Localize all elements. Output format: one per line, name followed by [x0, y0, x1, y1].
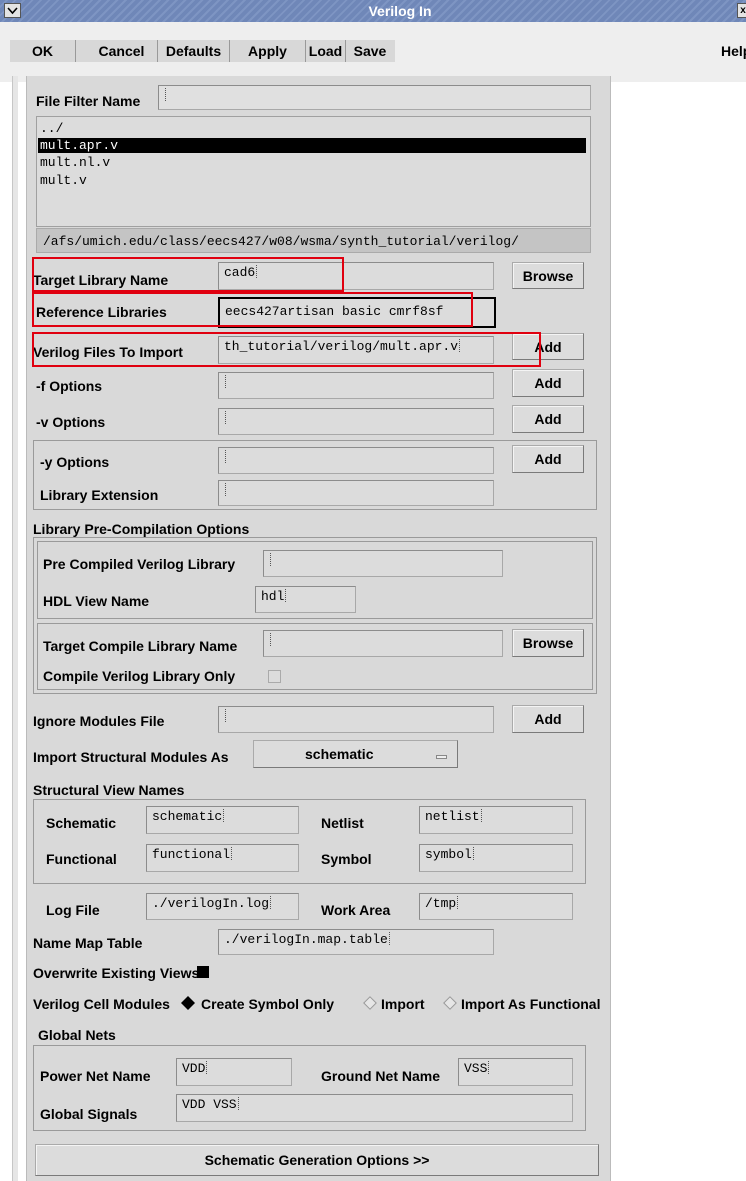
help-button[interactable]: Help	[721, 44, 746, 58]
work-area-label: Work Area	[321, 902, 391, 918]
netlist-view-label: Netlist	[321, 815, 364, 831]
y-options-label: -y Options	[40, 454, 110, 470]
f-options-label: -f Options	[36, 378, 103, 394]
window-title: Verilog In	[368, 3, 432, 19]
precompiled-library-label: Pre Compiled Verilog Library	[43, 556, 236, 572]
highlight-box-reference	[32, 292, 473, 327]
functional-view-label: Functional	[46, 851, 117, 867]
cancel-button[interactable]: Cancel	[86, 40, 158, 62]
highlight-box-target	[32, 257, 344, 292]
target-compile-label: Target Compile Library Name	[43, 638, 238, 654]
v-options-label: -v Options	[36, 414, 106, 430]
global-nets-title: Global Nets	[38, 1027, 116, 1043]
target-library-browse-button[interactable]: Browse	[512, 262, 584, 289]
functional-view-input[interactable]: functional	[146, 844, 299, 872]
ignore-modules-label: Ignore Modules File	[33, 713, 165, 729]
file-filter-input[interactable]	[158, 85, 591, 110]
power-net-input[interactable]: VDD	[176, 1058, 292, 1086]
file-filter-label: File Filter Name	[36, 93, 141, 109]
work-area-input[interactable]: /tmp	[419, 893, 573, 920]
hdl-view-label: HDL View Name	[43, 593, 150, 609]
ignore-modules-input[interactable]	[218, 706, 494, 733]
compile-only-label: Compile Verilog Library Only	[43, 668, 236, 684]
structural-views-title: Structural View Names	[33, 782, 185, 798]
path-display: /afs/umich.edu/class/eecs427/w08/wsma/sy…	[36, 228, 591, 253]
library-extension-input[interactable]	[218, 480, 494, 506]
symbol-view-label: Symbol	[321, 851, 372, 867]
global-signals-input[interactable]: VDD VSS	[176, 1094, 573, 1122]
radio-import-label[interactable]: Import	[381, 997, 425, 1011]
ground-net-input[interactable]: VSS	[458, 1058, 573, 1086]
precompiled-library-input[interactable]	[263, 550, 503, 577]
list-item[interactable]: mult.nl.v	[40, 155, 110, 170]
import-structural-select[interactable]: schematic	[253, 740, 458, 768]
ignore-modules-add-button[interactable]: Add	[512, 705, 584, 733]
f-options-add-button[interactable]: Add	[512, 369, 584, 397]
list-item-selected[interactable]: mult.apr.v	[38, 138, 586, 153]
list-item-parent[interactable]: ../	[40, 121, 63, 136]
defaults-button[interactable]: Defaults	[158, 40, 230, 62]
f-options-input[interactable]	[218, 372, 494, 399]
cell-modules-label: Verilog Cell Modules	[33, 996, 170, 1012]
radio-create-symbol-label[interactable]: Create Symbol Only	[201, 997, 334, 1011]
log-file-label: Log File	[46, 902, 100, 918]
overwrite-label: Overwrite Existing Views	[33, 965, 200, 981]
window-menu-icon[interactable]	[4, 3, 21, 18]
file-list[interactable]	[36, 116, 591, 227]
apply-button[interactable]: Apply	[230, 40, 306, 62]
power-net-label: Power Net Name	[40, 1068, 151, 1084]
library-extension-label: Library Extension	[40, 487, 159, 503]
radio-import-functional-icon[interactable]	[443, 996, 457, 1010]
v-options-input[interactable]	[218, 408, 494, 435]
v-options-add-button[interactable]: Add	[512, 405, 584, 433]
target-compile-input[interactable]	[263, 630, 503, 657]
precompilation-title: Library Pre-Compilation Options	[33, 521, 250, 537]
radio-import-icon[interactable]	[363, 996, 377, 1010]
schematic-view-label: Schematic	[46, 815, 117, 831]
log-file-input[interactable]: ./verilogIn.log	[146, 893, 299, 920]
schematic-view-input[interactable]: schematic	[146, 806, 299, 834]
radio-import-functional-label[interactable]: Import As Functional	[461, 997, 600, 1011]
import-structural-label: Import Structural Modules As	[33, 749, 229, 765]
side-rail	[12, 76, 18, 1181]
list-item[interactable]: mult.v	[40, 173, 87, 188]
radio-selected-icon[interactable]	[181, 996, 195, 1010]
compile-only-checkbox[interactable]	[268, 670, 281, 683]
hdl-view-input[interactable]: hdl	[255, 586, 356, 613]
import-structural-value: schematic	[305, 746, 374, 762]
global-signals-label: Global Signals	[40, 1106, 138, 1122]
name-map-label: Name Map Table	[33, 935, 143, 951]
ok-button[interactable]: OK	[10, 40, 76, 62]
name-map-input[interactable]: ./verilogIn.map.table	[218, 929, 494, 955]
netlist-view-input[interactable]: netlist	[419, 806, 573, 834]
schematic-options-button[interactable]: Schematic Generation Options >>	[35, 1144, 599, 1176]
close-icon[interactable]: x	[737, 3, 746, 18]
y-options-input[interactable]	[218, 447, 494, 474]
load-button[interactable]: Load	[306, 40, 346, 62]
dropdown-icon	[436, 755, 447, 759]
ground-net-label: Ground Net Name	[321, 1068, 441, 1084]
overwrite-checkbox[interactable]	[197, 966, 209, 978]
y-options-add-button[interactable]: Add	[512, 445, 584, 473]
symbol-view-input[interactable]: symbol	[419, 844, 573, 872]
highlight-box-verilog	[32, 332, 541, 367]
target-compile-browse-button[interactable]: Browse	[512, 629, 584, 657]
save-button[interactable]: Save	[346, 40, 394, 62]
